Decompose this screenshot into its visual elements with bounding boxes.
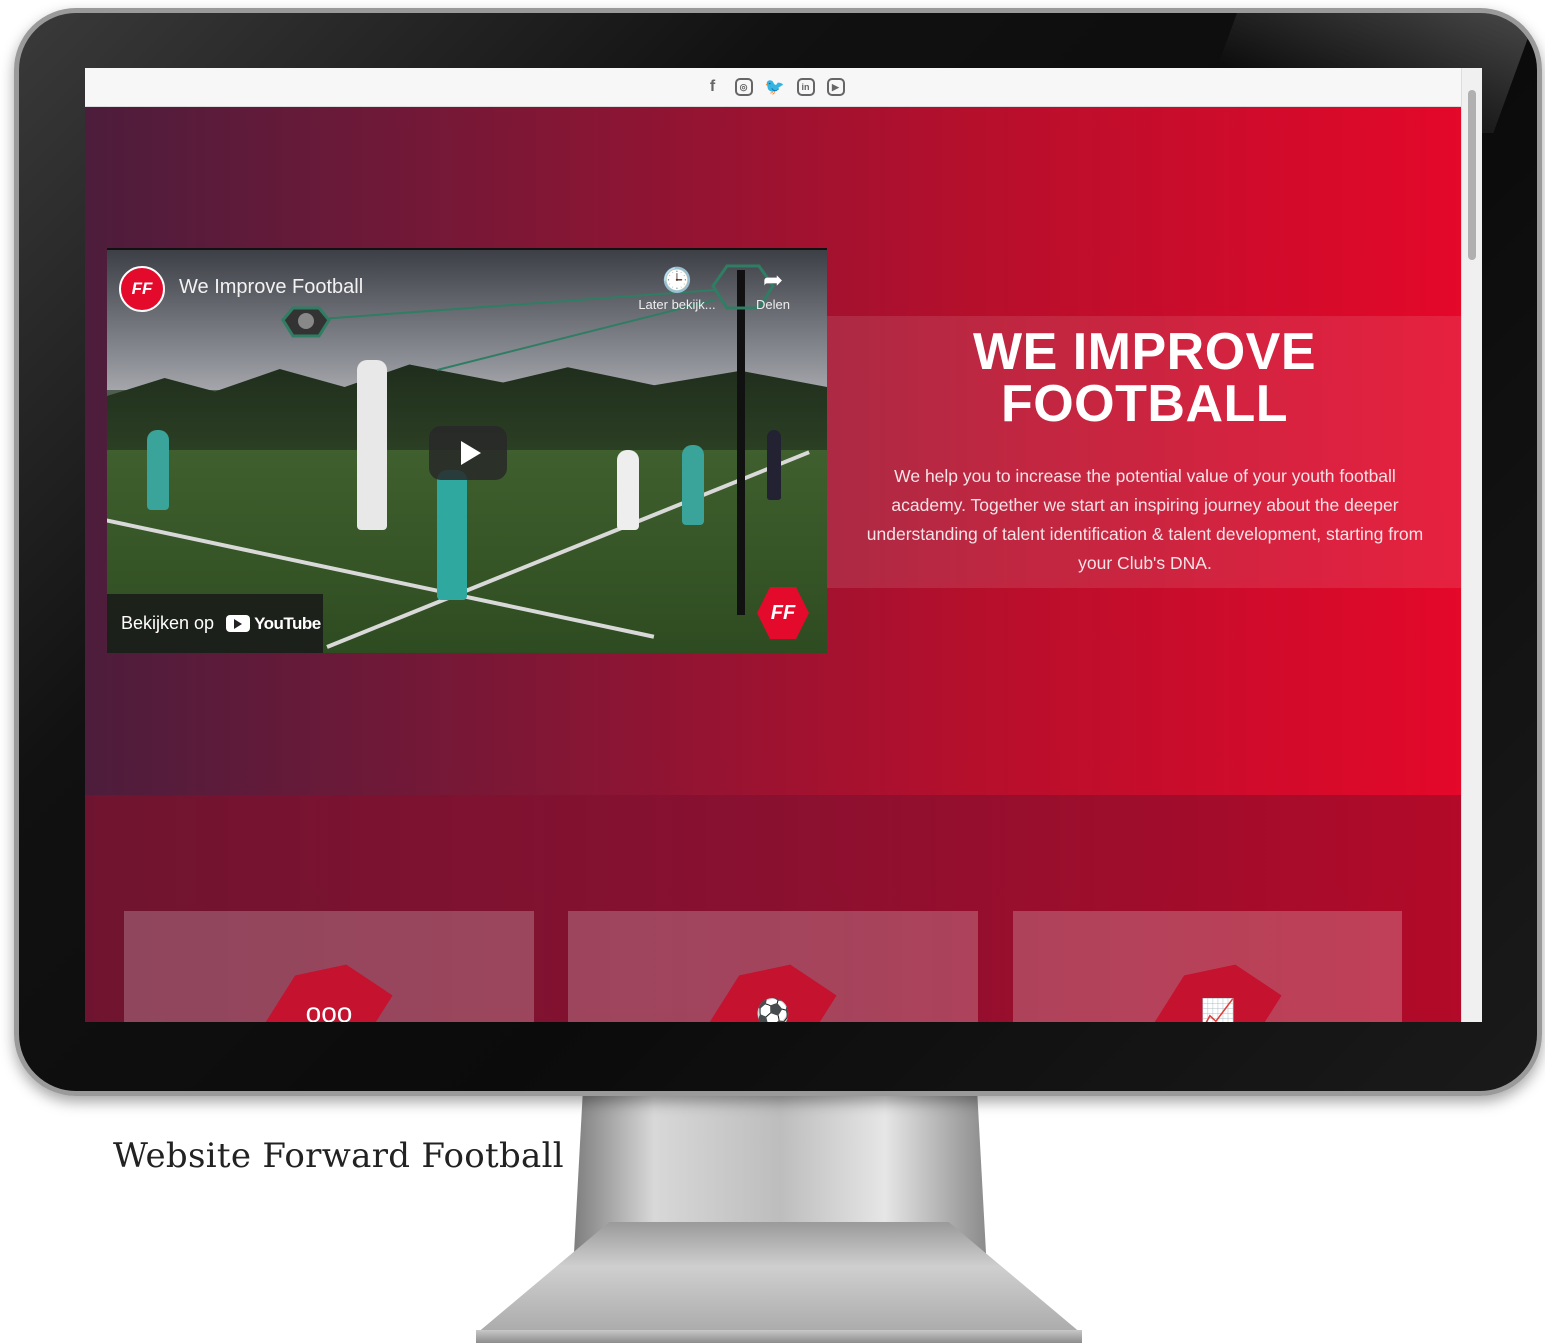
facebook-icon[interactable]: f <box>703 77 723 97</box>
share-icon: ➦ <box>762 267 784 294</box>
hero-slider: FF We Improve Football 🕒 Later bekijk...… <box>85 107 1462 811</box>
channel-logo[interactable]: FF <box>119 266 165 312</box>
hero-title-line1: WE IMPROVE <box>972 323 1317 381</box>
scrollbar-thumb[interactable] <box>1468 90 1476 260</box>
youtube-brand: YouTube <box>226 614 321 634</box>
analytics-icon: 📈 <box>1200 998 1236 1022</box>
watch-later-label: Later bekijk... <box>638 297 716 312</box>
monitor-screen: f ◎ 🐦 in ▶ FF We Improve Football 🕒 Late… <box>85 68 1482 1022</box>
youtube-icon[interactable]: ▶ <box>826 78 845 96</box>
play-button[interactable] <box>429 426 507 480</box>
service-card[interactable]: ⚽ <box>568 911 978 1022</box>
video-player-figure <box>682 445 704 525</box>
watch-on-label: Bekijken op <box>121 613 215 633</box>
people-icon: ooo <box>305 997 353 1022</box>
video-player-figure <box>437 470 467 600</box>
football-icon: ⚽ <box>755 998 791 1022</box>
share-label: Delen <box>756 297 790 312</box>
hero-title: WE IMPROVE FOOTBALL <box>827 326 1462 430</box>
watch-later-button[interactable]: 🕒 Later bekijk... <box>637 266 717 312</box>
service-card[interactable]: 📈 <box>1013 911 1402 1022</box>
youtube-logo-icon <box>226 615 251 632</box>
instagram-icon[interactable]: ◎ <box>734 78 753 96</box>
video-title[interactable]: We Improve Football <box>179 276 363 299</box>
clock-icon: 🕒 <box>662 267 692 294</box>
youtube-embed[interactable]: FF We Improve Football 🕒 Later bekijk...… <box>107 248 827 653</box>
scrollbar[interactable] <box>1461 68 1482 1022</box>
hero-description: We help you to increase the potential va… <box>866 466 1424 573</box>
hero-title-line2: FOOTBALL <box>1000 375 1289 433</box>
caption: Website Forward Football <box>113 1136 564 1176</box>
monitor-stand-foot <box>476 1330 1082 1343</box>
hero-text-box: WE IMPROVE FOOTBALL We help you to incre… <box>827 316 1462 588</box>
youtube-brand-text: YouTube <box>254 613 321 633</box>
linkedin-icon[interactable]: in <box>796 78 815 96</box>
social-topbar: f ◎ 🐦 in ▶ <box>85 68 1462 107</box>
share-button[interactable]: ➦ Delen <box>733 266 813 312</box>
services-section: ooo ⚽ 📈 <box>85 795 1462 1022</box>
play-icon <box>460 441 481 465</box>
monitor-stand-base <box>476 1222 1082 1334</box>
twitter-icon[interactable]: 🐦 <box>765 77 785 97</box>
service-card[interactable]: ooo <box>124 911 534 1022</box>
video-player-figure <box>617 450 639 530</box>
watch-on-youtube-button[interactable]: Bekijken op YouTube <box>107 594 323 653</box>
